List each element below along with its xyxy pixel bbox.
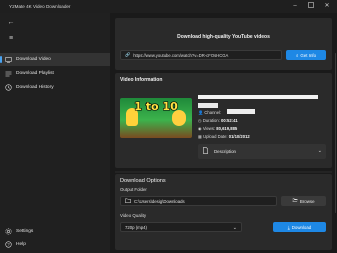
views-row: ◉ Views: 80,619,885 [198, 126, 238, 131]
channel-row: 👤 Channel: [198, 110, 222, 115]
chevron-down-icon: ⌄ [232, 224, 237, 231]
scrollbar[interactable] [334, 53, 336, 213]
views-value: 80,619,885 [216, 126, 238, 131]
sidebar-item-label: Help [16, 242, 26, 247]
gear-icon [4, 228, 12, 236]
divider [115, 171, 332, 173]
title-bar: Y2Mate 4K Video Downloader – ✕ [0, 0, 337, 13]
hamburger-menu-icon[interactable]: ≡ [6, 34, 16, 44]
clock-icon: ◷ [198, 118, 202, 123]
sidebar-item-help[interactable]: ? Help [0, 238, 110, 251]
download-options-title: Download Options [120, 178, 166, 184]
playlist-icon [4, 70, 12, 78]
sidebar-item-label: Download Video [16, 57, 51, 62]
eye-icon: ◉ [198, 126, 202, 131]
thumbnail-title: 1 to 10 [134, 100, 178, 113]
browse-button[interactable]: 🗁 Browse [281, 196, 326, 206]
history-icon [4, 84, 12, 92]
download-button[interactable]: ⤓ Download [273, 222, 326, 232]
description-expander[interactable]: Description ⌄ [198, 144, 326, 159]
download-options-card: Download Options Output Folder C:\Users\… [115, 174, 332, 250]
video-quality-label: Video Quality [120, 213, 147, 218]
output-folder-field[interactable]: C:\Users\desig\Downloads [120, 196, 277, 206]
sidebar: ← ≡ Download Video Download Playlist Dow… [0, 13, 110, 253]
monitor-icon [4, 56, 12, 64]
channel-redacted [198, 103, 218, 108]
sidebar-item-download-playlist[interactable]: Download Playlist [0, 67, 110, 80]
close-icon[interactable]: ✕ [322, 2, 332, 10]
sidebar-item-label: Download History [16, 85, 54, 90]
page-heading: Download high-quality YouTube videos [177, 34, 270, 40]
folder-icon [125, 198, 131, 204]
duration-value: 00:52:41 [221, 118, 238, 123]
svg-text:?: ? [7, 242, 10, 247]
get-info-button[interactable]: ⌕ Get Info [286, 50, 326, 60]
channel-name-redacted [227, 109, 255, 114]
search-icon: ⌕ [295, 52, 299, 58]
upload-date-value: 01/10/2012 [228, 134, 250, 139]
main-content: Download high-quality YouTube videos 🔗 h… [110, 13, 337, 253]
download-icon: ⤓ [287, 224, 290, 230]
sidebar-item-download-history[interactable]: Download History [0, 81, 110, 94]
sidebar-item-label: Download Playlist [16, 71, 54, 76]
video-info-title: Video Information [120, 77, 163, 83]
url-input[interactable]: 🔗 https://www.youtube.com/watch?v=DR-cFO… [120, 50, 282, 60]
video-thumbnail: 1 to 10 [120, 98, 192, 138]
video-quality-select[interactable]: 720p (mp4) ⌄ [120, 222, 242, 232]
chevron-down-icon: ⌄ [317, 148, 322, 154]
output-folder-label: Output Folder [120, 187, 147, 192]
sidebar-item-download-video[interactable]: Download Video [0, 53, 110, 66]
sidebar-item-settings[interactable]: Settings [0, 225, 110, 238]
document-icon [203, 147, 208, 156]
video-quality-value: 720p (mp4) [125, 224, 147, 230]
url-value: https://www.youtube.com/watch?v=DR-cFOsH… [133, 52, 229, 58]
back-arrow-icon[interactable]: ← [6, 18, 16, 28]
duration-row: ◷ Duration: 00:52:41 [198, 118, 238, 123]
minimize-icon[interactable]: – [290, 2, 300, 10]
video-title-redacted [198, 95, 318, 99]
sidebar-item-label: Settings [16, 229, 34, 234]
user-icon: 👤 [198, 110, 204, 115]
app-title: Y2Mate 4K Video Downloader [9, 4, 71, 9]
output-folder-value: C:\Users\desig\Downloads [134, 198, 185, 204]
description-label: Description [214, 149, 236, 154]
calendar-icon: ▦ [198, 134, 202, 139]
upload-date-row: ▦ Upload Date: 01/10/2012 [198, 134, 250, 139]
url-card: Download high-quality YouTube videos 🔗 h… [115, 18, 332, 70]
maximize-icon[interactable] [306, 2, 316, 10]
link-icon: 🔗 [125, 52, 131, 57]
help-icon: ? [4, 241, 12, 249]
folder-open-icon: 🗁 [292, 198, 298, 203]
video-info-card: Video Information 1 to 10 👤 Channel: ◷ D… [115, 73, 332, 168]
